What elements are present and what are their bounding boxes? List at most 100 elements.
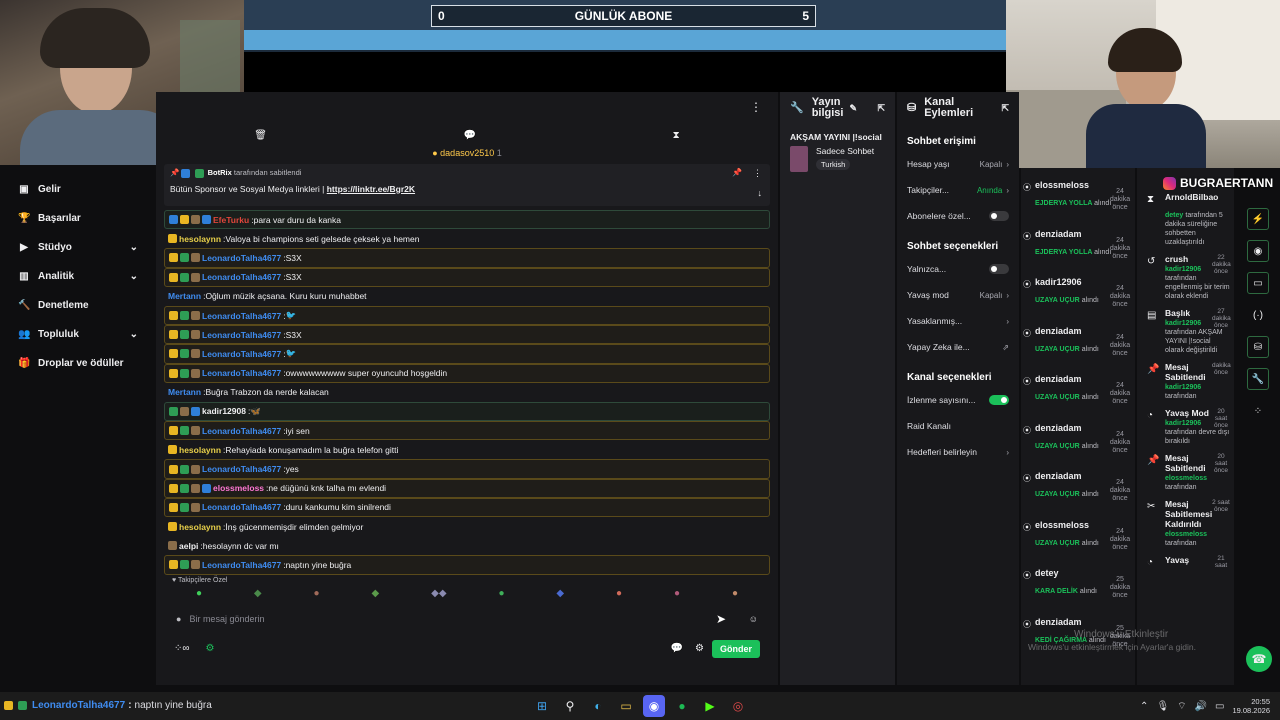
sidebar-item[interactable]: ▥ Analitik ⌄ bbox=[0, 262, 156, 291]
goals-row[interactable]: Hedefleri belirleyin › bbox=[897, 439, 1019, 465]
chat-username[interactable]: LeonardoTalha4677 bbox=[202, 502, 281, 512]
emote-5-icon[interactable]: ◆◆ bbox=[431, 588, 446, 599]
chat-username[interactable]: EfeTurku bbox=[213, 215, 249, 225]
emote-9-icon[interactable]: ● bbox=[674, 588, 680, 599]
chat-rail-icon[interactable]: ▭ bbox=[1247, 272, 1269, 294]
emote-1-icon[interactable]: ● bbox=[196, 588, 202, 599]
ai-mod-row[interactable]: Yapay Zeka ile... ⇗ bbox=[897, 334, 1019, 360]
chat-username[interactable]: LeonardoTalha4677 bbox=[202, 311, 281, 321]
sidebar-item[interactable]: ▶ Stüdyo ⌄ bbox=[0, 233, 156, 262]
layers-icon[interactable]: ⛁ bbox=[1247, 336, 1269, 358]
send-button[interactable]: Gönder bbox=[711, 639, 760, 658]
hourglass-icon[interactable]: ⧗ bbox=[673, 130, 680, 141]
chat-message[interactable]: LeonardoTalha4677: yes bbox=[164, 459, 770, 479]
settings-green-icon[interactable]: ⚙ bbox=[206, 643, 215, 654]
chat-input[interactable]: ● Bir mesaj gönderin ☺ bbox=[168, 607, 766, 630]
mod-log-user[interactable]: elossmeloss bbox=[1165, 531, 1207, 538]
pinned-link[interactable]: https://linktr.ee/Bgr2K bbox=[327, 184, 415, 194]
chat-username[interactable]: Mertann bbox=[168, 291, 201, 301]
chat-username[interactable]: elossmeloss bbox=[213, 483, 264, 493]
chat-message[interactable]: LeonardoTalha4677: S3X bbox=[164, 325, 770, 345]
network-icon[interactable]: ⌔ bbox=[1177, 700, 1186, 713]
sidebar-item[interactable]: 🎁 Droplar ve ödüller bbox=[0, 349, 156, 378]
sidebar-item[interactable]: ▣ Gelir bbox=[0, 175, 156, 204]
folder-icon[interactable]: ▭ bbox=[615, 695, 637, 717]
apps-icon[interactable]: ⁘ bbox=[1247, 400, 1269, 422]
tools-icon[interactable]: 🔧 bbox=[1247, 368, 1269, 390]
clock-time[interactable]: 20:55 bbox=[1232, 697, 1270, 706]
chat-username[interactable]: LeonardoTalha4677 bbox=[202, 330, 281, 340]
raid-row[interactable]: Raid Kanalı bbox=[897, 413, 1019, 439]
activity-item[interactable]: ⦿ denziadam 24 dakika önce UZAYA UÇUR alınd… bbox=[1021, 417, 1135, 466]
pinned-more-icon[interactable]: ⋮ bbox=[753, 168, 762, 179]
activity-item[interactable]: ⦿ denziadam 24 dakika önce EJDERYA YOLLA al… bbox=[1021, 223, 1135, 272]
chat-message[interactable]: LeonardoTalha4677: duru kankumu kim sini… bbox=[164, 497, 770, 517]
chat-message[interactable]: LeonardoTalha4677: naptın yine buğra bbox=[164, 555, 770, 575]
popout-icon[interactable]: ⇱ bbox=[877, 103, 885, 114]
chat-message[interactable]: LeonardoTalha4677: S3X bbox=[164, 267, 770, 287]
spotify-icon[interactable]: ● bbox=[671, 695, 693, 717]
chat-username[interactable]: Mertann bbox=[168, 387, 201, 397]
activity-item[interactable]: ⦿ kadir12906 24 dakika önce UZAYA UÇUR alın… bbox=[1021, 271, 1135, 320]
chat-username[interactable]: hesolaynn bbox=[179, 522, 221, 532]
activity-item[interactable]: ⦿ elossmeloss 24 dakika önce UZAYA UÇUR alı… bbox=[1021, 514, 1135, 563]
chat-message[interactable]: elossmeloss: ne düğünü knk talha mı evle… bbox=[164, 478, 770, 498]
mod-log-user[interactable]: elossmeloss bbox=[1165, 475, 1207, 482]
chat-message[interactable]: aelpi: hesolaynn dc var mı bbox=[164, 536, 770, 555]
viewer-count-toggle[interactable] bbox=[989, 395, 1009, 405]
slow-mode-row[interactable]: Yavaş mod Kapalı › bbox=[897, 282, 1019, 308]
volume-icon[interactable]: 🔊 bbox=[1195, 701, 1207, 712]
brackets-icon[interactable]: (·) bbox=[1247, 304, 1269, 326]
chat-message[interactable]: hesolaynn: İnş gücenmemişdir elimden gel… bbox=[164, 517, 770, 536]
chat-username[interactable]: LeonardoTalha4677 bbox=[202, 560, 281, 570]
chat-info-icon[interactable]: 💬 bbox=[671, 643, 683, 654]
expand-pinned-icon[interactable]: ↓ bbox=[758, 188, 763, 198]
account-age-row[interactable]: Hesap yaşı Kapalı › bbox=[897, 151, 1019, 177]
emote-6-icon[interactable]: ● bbox=[498, 588, 504, 599]
pinned-by-user[interactable]: BotRix bbox=[208, 168, 232, 177]
activity-item[interactable]: ⦿ detey 25 dakika önce KARA DELİK alındı bbox=[1021, 562, 1135, 611]
emote-3-icon[interactable]: ● bbox=[314, 588, 320, 599]
kick-app-icon[interactable]: ▶ bbox=[699, 695, 721, 717]
trash-icon[interactable]: 🗑 bbox=[254, 130, 267, 141]
banned-words-row[interactable]: Yasaklanmış... › bbox=[897, 308, 1019, 334]
emote-2-icon[interactable]: ◆ bbox=[254, 588, 262, 599]
windows-start-icon[interactable]: ⊞ bbox=[531, 695, 553, 717]
chat-settings-icon[interactable]: ⚙ bbox=[695, 643, 704, 654]
chat-username[interactable]: LeonardoTalha4677 bbox=[202, 426, 281, 436]
obs-icon[interactable]: ◎ bbox=[727, 695, 749, 717]
unpin-icon[interactable]: 📌 bbox=[732, 168, 742, 177]
chat-username[interactable]: LeonardoTalha4677 bbox=[202, 272, 281, 282]
mod-log-user[interactable]: kadir12906 bbox=[1165, 266, 1201, 273]
clock-date[interactable]: 19.08.2026 bbox=[1232, 706, 1270, 715]
chat-username[interactable]: aelpi bbox=[179, 541, 198, 551]
followers-row[interactable]: Takipçiler... Anında › bbox=[897, 177, 1019, 203]
chat-message[interactable]: hesolaynn: Rehayiada konuşamadım la buğr… bbox=[164, 440, 770, 459]
popout-icon[interactable]: ⇱ bbox=[1001, 103, 1009, 114]
search-icon[interactable]: ⚲ bbox=[559, 695, 581, 717]
category-name[interactable]: Sadece Sohbet bbox=[816, 146, 874, 156]
chat-message[interactable]: Mertann: Oğlum müzik açsana. Kuru kuru m… bbox=[164, 287, 770, 306]
language-tag[interactable]: Turkish bbox=[816, 159, 851, 170]
mod-log-user[interactable]: kadir12906 bbox=[1165, 320, 1201, 327]
chat-message[interactable]: LeonardoTalha4677: iyi sen bbox=[164, 421, 770, 441]
activity-item[interactable]: ⦿ denziadam 24 dakika önce UZAYA UÇUR alınd… bbox=[1021, 320, 1135, 369]
discord-icon[interactable]: ◉ bbox=[643, 695, 665, 717]
chat-message[interactable]: LeonardoTalha4677: owwwwwwwww super oyun… bbox=[164, 363, 770, 383]
emote-7-icon[interactable]: ◆ bbox=[556, 588, 564, 599]
subs-only-toggle[interactable] bbox=[989, 211, 1009, 221]
quick-action-icon[interactable]: ◉ bbox=[1247, 240, 1269, 262]
mod-log-user[interactable]: kadir12906 bbox=[1165, 384, 1201, 391]
chat-message[interactable]: LeonardoTalha4677: S3X bbox=[164, 248, 770, 268]
chat-message[interactable]: Mertann: Buğra Trabzon da nerde kalacan bbox=[164, 383, 770, 402]
edge-icon[interactable]: ◐ bbox=[587, 695, 609, 717]
mod-log-user[interactable]: detey bbox=[1165, 212, 1183, 219]
chat-username[interactable]: LeonardoTalha4677 bbox=[202, 253, 281, 263]
chat-username[interactable]: LeonardoTalha4677 bbox=[202, 368, 281, 378]
sidebar-item[interactable]: 🏆 Başarılar bbox=[0, 204, 156, 233]
chat-message[interactable]: hesolaynn: Valoya bi champions seti gels… bbox=[164, 229, 770, 248]
emoji-icon[interactable]: ☺ bbox=[749, 614, 758, 624]
emote-10-icon[interactable]: ● bbox=[732, 588, 738, 599]
gifter-name[interactable]: dadasov2510 bbox=[440, 148, 494, 158]
chat-username[interactable]: hesolaynn bbox=[179, 234, 221, 244]
